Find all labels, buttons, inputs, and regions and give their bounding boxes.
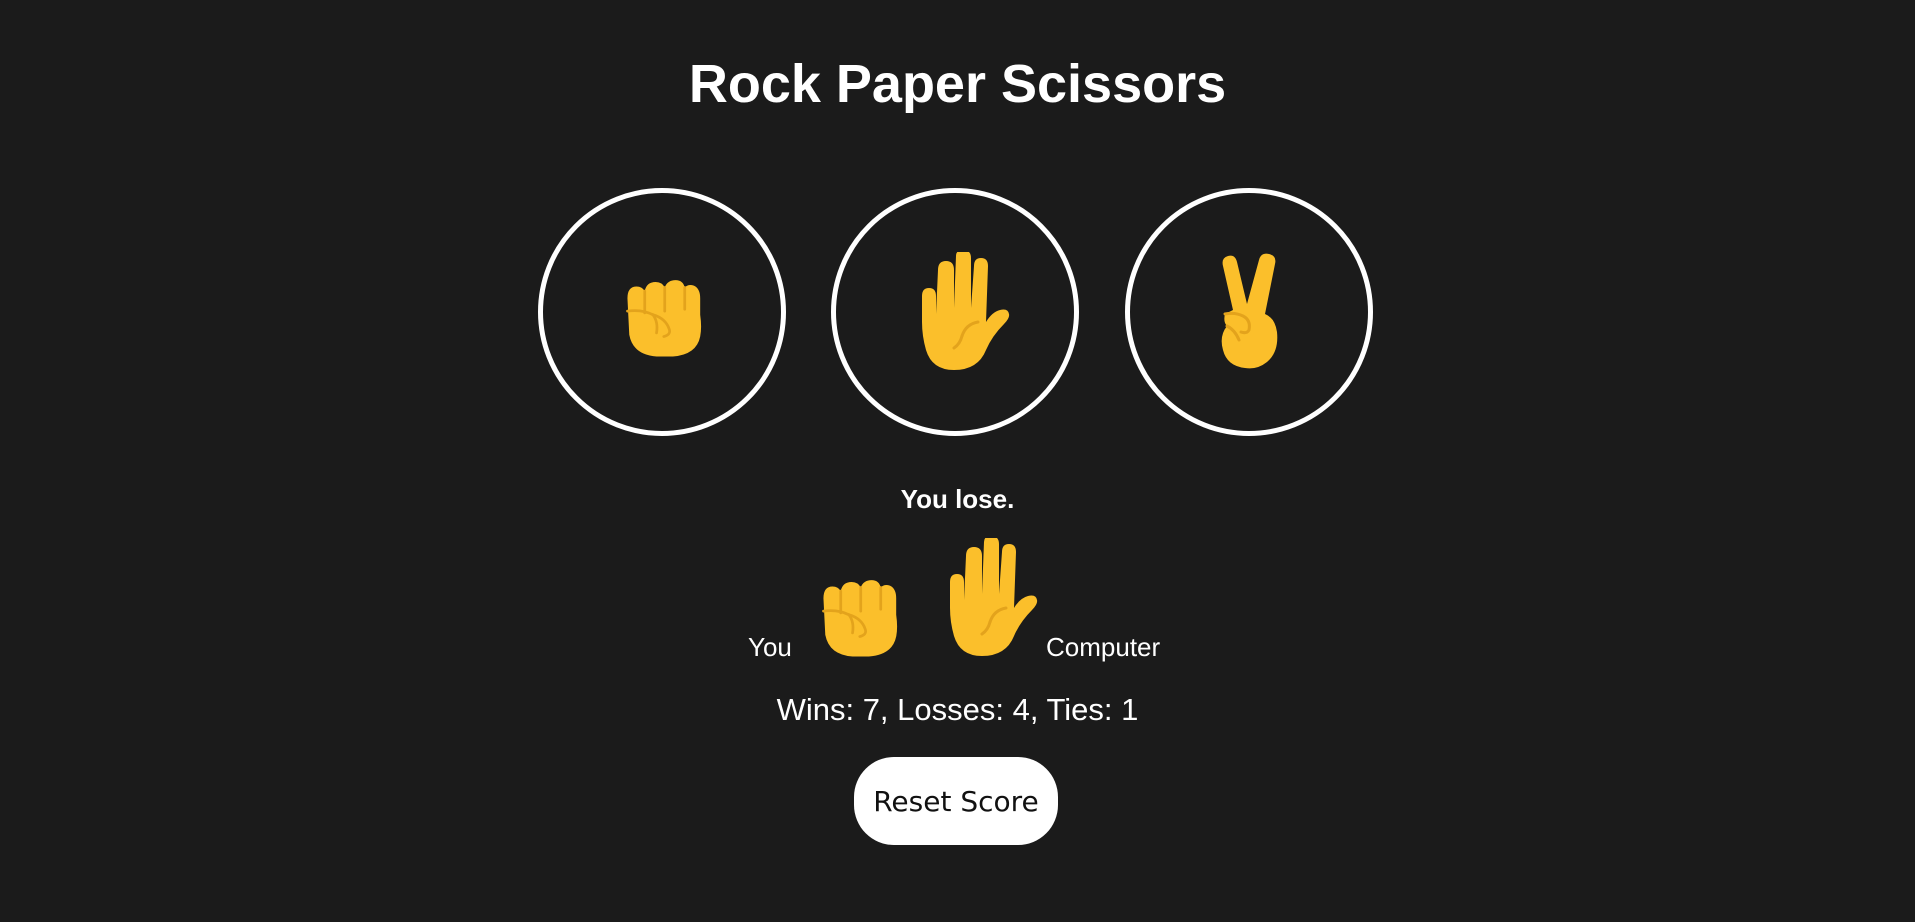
paper-button[interactable]: [831, 188, 1079, 436]
page-title: Rock Paper Scissors: [688, 54, 1227, 114]
score-text: Wins: 7, Losses: 4, Ties: 1: [776, 692, 1139, 727]
result-message: You lose.: [900, 484, 1015, 514]
scissors-button[interactable]: [1125, 188, 1373, 436]
player-move-raised-fist-icon: [812, 562, 904, 662]
computer-label: Computer: [1046, 632, 1161, 662]
reset-score-button[interactable]: Reset Score: [854, 757, 1058, 845]
victory-hand-icon: [1209, 252, 1289, 372]
raised-hand-icon: [900, 252, 1010, 372]
player-label: You: [748, 632, 792, 662]
raised-fist-icon: [616, 262, 708, 362]
computer-move-raised-hand-icon: [928, 538, 1038, 658]
rock-button[interactable]: [538, 188, 786, 436]
